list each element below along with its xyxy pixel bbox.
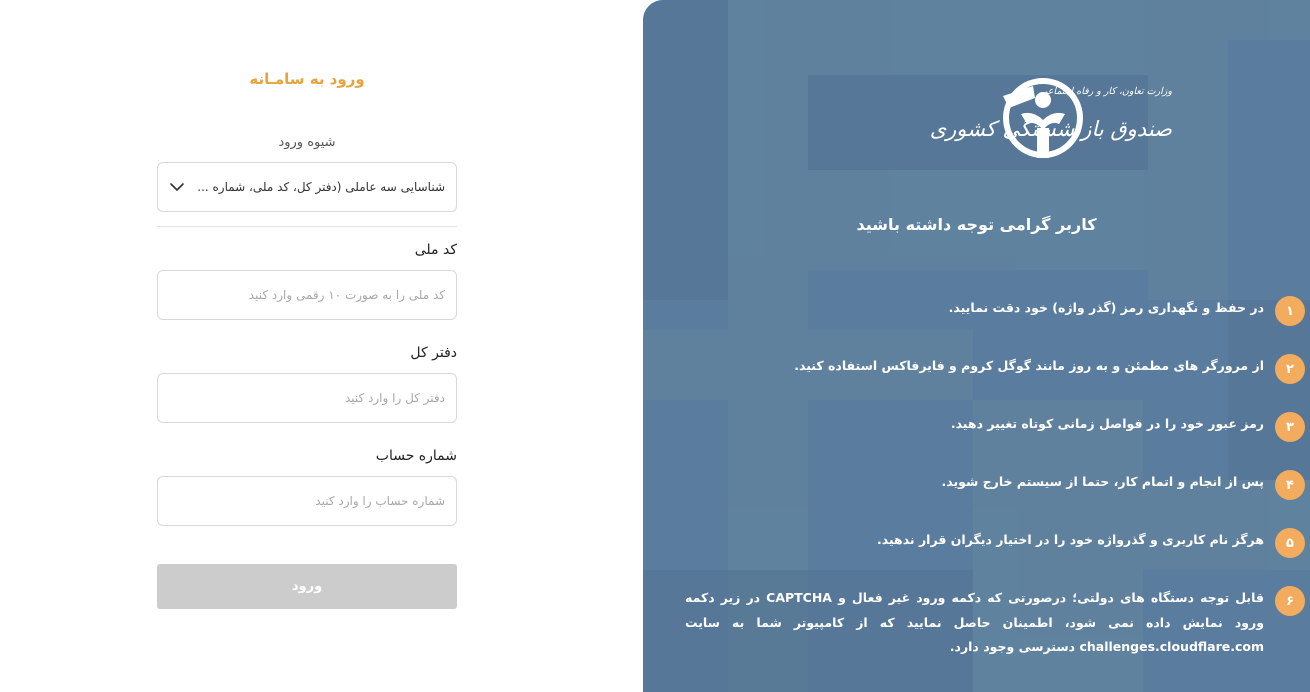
tip-text: پس از انجام و اتمام کار، حتما از سیستم خ… <box>941 474 1264 489</box>
tip-number-badge: ۲ <box>1275 354 1305 384</box>
tip-number-badge: ۱ <box>1275 296 1305 326</box>
tip-item: ۳ رمز عبور خود را در فواصل زمانی کوتاه ت… <box>685 412 1305 442</box>
account-number-label: شماره حساب <box>375 448 457 464</box>
login-method-select[interactable]: شناسایی سه عاملی (دفتر کل، کد ملی، شماره… <box>157 162 457 212</box>
ledger-input[interactable] <box>157 373 457 423</box>
login-form-panel: ورود به سامـانه شیوه ورود شناسایی سه عام… <box>0 0 643 692</box>
tip-item: ۵ هرگز نام کاربری و گذرواژه خود را در اخ… <box>685 528 1305 558</box>
tip-number-badge: ۳ <box>1275 412 1305 442</box>
tip-number-badge: ۴ <box>1275 470 1305 500</box>
login-button[interactable]: ورود <box>157 564 457 609</box>
login-method-label: شیوه ورود <box>278 135 336 150</box>
national-code-label: کد ملی <box>414 242 457 258</box>
tip-number-badge: ۵ <box>1275 528 1305 558</box>
tip-item: ۱ در حفظ و نگهداری رمز (گذر واژه) خود دق… <box>685 296 1305 326</box>
info-panel: وزارت تعاون، کار و رفاه اجتماعی صندوق با… <box>643 0 1310 692</box>
tip-item: ۴ پس از انجام و اتمام کار، حتما از سیستم… <box>685 470 1305 500</box>
tip-text: قابل توجه دستگاه های دولتی؛ درصورتی که د… <box>685 590 1264 654</box>
login-title: ورود به سامـانه <box>249 70 365 88</box>
tip-text: در حفظ و نگهداری رمز (گذر واژه) خود دقت … <box>948 300 1264 315</box>
tip-item: ۶ قابل توجه دستگاه های دولتی؛ درصورتی که… <box>685 586 1305 660</box>
login-method-value: شناسایی سه عاملی (دفتر کل، کد ملی، شماره… <box>197 180 445 194</box>
tip-number-badge: ۶ <box>1275 586 1305 616</box>
logo-ministry-text: وزارت تعاون، کار و رفاه اجتماعی <box>1039 86 1172 97</box>
tip-text: هرگز نام کاربری و گذرواژه خود را در اختی… <box>876 532 1264 547</box>
tip-text: رمز عبور خود را در فواصل زمانی کوتاه تغی… <box>950 416 1264 431</box>
logo-fund-text: صندوق بازنشستگی کشوری <box>929 117 1172 141</box>
national-code-input[interactable] <box>157 270 457 320</box>
tip-text: از مرورگر های مطمئن و به روز مانند گوگل … <box>794 358 1264 373</box>
form-divider <box>157 226 457 227</box>
tip-item: ۲ از مرورگر های مطمئن و به روز مانند گوگ… <box>685 354 1305 384</box>
account-number-input[interactable] <box>157 476 457 526</box>
chevron-down-icon <box>170 183 184 191</box>
ledger-label: دفتر کل <box>410 345 457 361</box>
notice-heading: کاربر گرامی توجه داشته باشید <box>856 215 1097 234</box>
